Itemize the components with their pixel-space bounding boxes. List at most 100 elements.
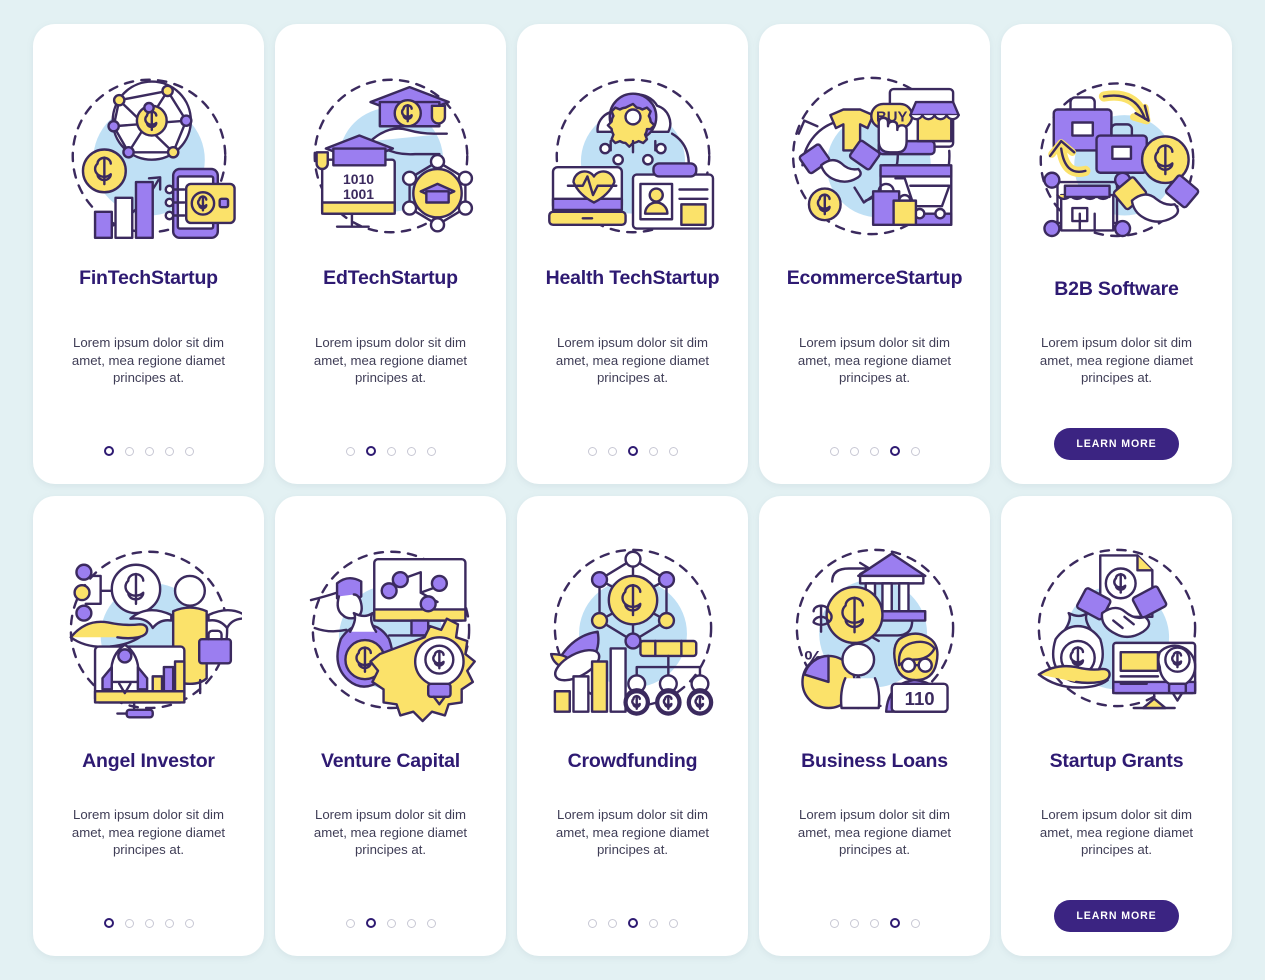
pagination-dot[interactable] bbox=[184, 446, 194, 456]
pagination-dot[interactable] bbox=[648, 446, 658, 456]
ecommerce-illustration: BUY bbox=[791, 76, 960, 236]
pagination-dots[interactable] bbox=[103, 918, 194, 928]
pagination-dot[interactable] bbox=[144, 446, 154, 456]
pagination-dot-active[interactable] bbox=[103, 446, 114, 456]
pagination-dot[interactable] bbox=[910, 918, 920, 928]
healthtech-illustration bbox=[547, 78, 714, 234]
pagination-dot[interactable] bbox=[406, 918, 416, 928]
pagination-dot[interactable] bbox=[406, 446, 416, 456]
pagination-dot[interactable] bbox=[386, 446, 396, 456]
card-title-line: Startup Grants bbox=[1049, 750, 1184, 773]
pagination-dots[interactable] bbox=[345, 918, 436, 928]
pagination-dot-active[interactable] bbox=[889, 446, 900, 456]
card-description: Lorem ipsum dolor sit dim amet, mea regi… bbox=[555, 807, 710, 858]
pagination-dot[interactable] bbox=[829, 446, 839, 456]
svg-text:1010: 1010 bbox=[342, 171, 373, 187]
pagination-dot[interactable] bbox=[607, 446, 617, 456]
fintech-illustration bbox=[71, 78, 236, 240]
card-description: Lorem ipsum dolor sit dim amet, mea regi… bbox=[313, 807, 468, 858]
b2b-illustration bbox=[1039, 82, 1199, 238]
onboarding-screens-board: FinTech Startup Lorem ipsum dolor sit dim … bbox=[0, 0, 1265, 980]
card-venture-capital[interactable]: Venture Capital Lorem ipsum dolor sit dim… bbox=[275, 496, 506, 956]
card-title-line: EdTech bbox=[323, 267, 391, 289]
card-description: Lorem ipsum dolor sit dim amet, mea regi… bbox=[797, 335, 952, 386]
card-angel-investor[interactable]: Angel Investor Lorem ipsum dolor sit dim … bbox=[33, 496, 264, 956]
learn-more-button[interactable]: LEARN MORE bbox=[1054, 900, 1179, 932]
card-edtech-startup[interactable]: 1010 1001 EdTech Startup Lorem ipsum dolor s… bbox=[275, 24, 506, 484]
pagination-dot[interactable] bbox=[426, 446, 436, 456]
pagination-dots[interactable] bbox=[587, 918, 678, 928]
angel-investor-illustration bbox=[69, 550, 242, 719]
card-description: Lorem ipsum dolor sit dim amet, mea regi… bbox=[555, 335, 710, 386]
card-title-line: Startup bbox=[151, 267, 218, 289]
card-title: FinTech Startup bbox=[79, 267, 218, 312]
startup-grants-illustration bbox=[1037, 548, 1196, 710]
card-title-line: Startup bbox=[895, 267, 963, 289]
card-title: Crowdfunding bbox=[568, 740, 698, 784]
card-description: Lorem ipsum dolor sit dim amet, mea regi… bbox=[1039, 807, 1194, 858]
card-ecommerce-startup[interactable]: BUY Ecommerce Startup Lorem ipsum dolor sit… bbox=[759, 24, 990, 484]
business-loans-illustration: %110 bbox=[782, 530, 968, 726]
pagination-dot[interactable] bbox=[829, 918, 839, 928]
card-business-loans[interactable]: % 110 Business Loans Lorem ipsum dolor sit … bbox=[759, 496, 990, 956]
pagination-dot[interactable] bbox=[668, 446, 678, 456]
pagination-dot[interactable] bbox=[668, 918, 678, 928]
pagination-dot[interactable] bbox=[648, 918, 658, 928]
business-loans-illustration: %110 bbox=[795, 548, 954, 713]
pagination-dots[interactable] bbox=[103, 446, 194, 456]
crowdfunding-illustration bbox=[540, 530, 726, 726]
card-title-line: Startup bbox=[390, 267, 458, 289]
pagination-dot[interactable] bbox=[587, 446, 597, 456]
card-startup-grants[interactable]: Startup Grants Lorem ipsum dolor sit dim … bbox=[1001, 496, 1232, 956]
pagination-dot[interactable] bbox=[869, 918, 879, 928]
card-title-line: Crowdfunding bbox=[567, 750, 698, 773]
pagination-dot[interactable] bbox=[184, 918, 194, 928]
card-title-line: Venture Capital bbox=[321, 750, 460, 773]
card-b2b-software[interactable]: B2B Software Lorem ipsum dolor sit dim am… bbox=[1001, 24, 1232, 484]
learn-more-button[interactable]: LEARN MORE bbox=[1054, 428, 1179, 460]
card-title-line: Business Loans bbox=[801, 750, 948, 773]
card-title: Startup Grants bbox=[1050, 740, 1184, 784]
card-description: Lorem ipsum dolor sit dim amet, mea regi… bbox=[1039, 335, 1194, 386]
card-description: Lorem ipsum dolor sit dim amet, mea regi… bbox=[71, 335, 226, 386]
edtech-illustration: 10101001 bbox=[313, 78, 473, 234]
pagination-dot[interactable] bbox=[587, 918, 597, 928]
venture-capital-illustration bbox=[309, 550, 476, 723]
pagination-dot[interactable] bbox=[869, 446, 879, 456]
pagination-dot[interactable] bbox=[426, 918, 436, 928]
pagination-dot[interactable] bbox=[849, 446, 859, 456]
pagination-dot-active[interactable] bbox=[627, 446, 638, 456]
pagination-dot[interactable] bbox=[910, 446, 920, 456]
startup-grants-illustration bbox=[1024, 530, 1210, 726]
ecommerce-illustration: BUY bbox=[782, 58, 968, 254]
pagination-dots[interactable] bbox=[345, 446, 436, 456]
pagination-dot-active[interactable] bbox=[889, 918, 900, 928]
pagination-dot-active[interactable] bbox=[365, 446, 376, 456]
pagination-dot-active[interactable] bbox=[103, 918, 114, 928]
card-fintech-startup[interactable]: FinTech Startup Lorem ipsum dolor sit dim … bbox=[33, 24, 264, 484]
pagination-dots[interactable] bbox=[587, 446, 678, 456]
card-title: Ecommerce Startup bbox=[786, 267, 963, 312]
pagination-dot[interactable] bbox=[124, 446, 134, 456]
pagination-dot[interactable] bbox=[164, 918, 174, 928]
card-title-line: B2B Software bbox=[1054, 278, 1179, 301]
card-title-line: Startup bbox=[652, 267, 720, 289]
card-health-tech-startup[interactable]: Health Tech Startup Lorem ipsum dolor sit … bbox=[517, 24, 748, 484]
pagination-dot[interactable] bbox=[849, 918, 859, 928]
pagination-dot[interactable] bbox=[144, 918, 154, 928]
pagination-dots[interactable] bbox=[829, 918, 920, 928]
card-crowdfunding[interactable]: Crowdfunding Lorem ipsum dolor sit dim am… bbox=[517, 496, 748, 956]
pagination-dot[interactable] bbox=[345, 446, 355, 456]
pagination-dot[interactable] bbox=[607, 918, 617, 928]
pagination-dot-active[interactable] bbox=[365, 918, 376, 928]
card-title: Business Loans bbox=[801, 740, 948, 784]
pagination-dots[interactable] bbox=[829, 446, 920, 456]
pagination-dot[interactable] bbox=[124, 918, 134, 928]
pagination-dot-active[interactable] bbox=[627, 918, 638, 928]
pagination-dot[interactable] bbox=[345, 918, 355, 928]
card-title: Venture Capital bbox=[321, 740, 460, 784]
pagination-dot[interactable] bbox=[164, 446, 174, 456]
card-title-line: Ecommerce bbox=[786, 267, 896, 289]
card-description: Lorem ipsum dolor sit dim amet, mea regi… bbox=[797, 807, 952, 858]
pagination-dot[interactable] bbox=[386, 918, 396, 928]
